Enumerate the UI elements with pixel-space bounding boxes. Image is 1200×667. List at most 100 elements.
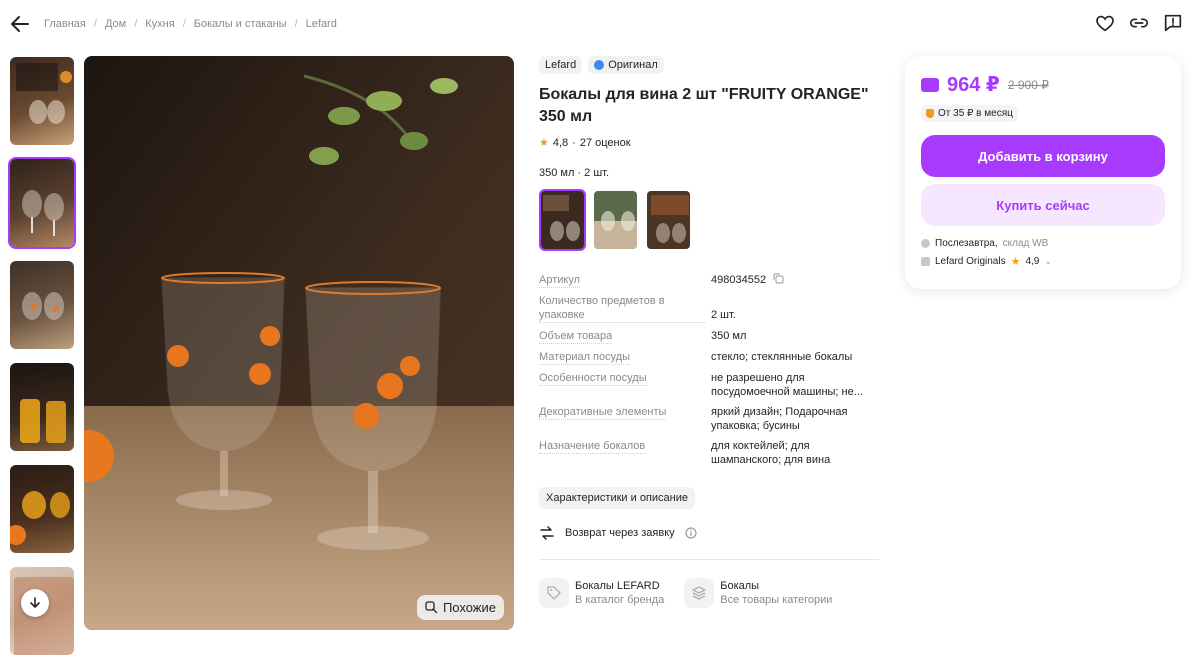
- chevron-down-icon: ⌄: [1044, 256, 1052, 266]
- reviews-count: 27 оценок: [579, 136, 631, 149]
- spec-value: для коктейлей; для шампанского; для вина: [711, 440, 831, 466]
- add-to-cart-button[interactable]: Добавить в корзину: [921, 135, 1165, 177]
- breadcrumb-item[interactable]: Кухня: [145, 18, 174, 30]
- spec-value: 350 мл: [711, 330, 747, 342]
- return-policy[interactable]: Возврат через заявку: [539, 525, 879, 541]
- spec-value: не разрешено для посудомоечной машины; н…: [711, 372, 863, 398]
- product-info: Lefard Оригинал Бокалы для вина 2 шт "FR…: [539, 56, 879, 608]
- thumbnail[interactable]: [8, 55, 76, 147]
- category-link-sub: Все товары категории: [720, 594, 833, 606]
- heart-icon[interactable]: [1094, 12, 1116, 34]
- spec-row: Особенности посуды не разрешено для посу…: [539, 371, 879, 399]
- thumbnail[interactable]: [8, 463, 76, 555]
- divider: [539, 559, 879, 560]
- variant-option[interactable]: [645, 189, 692, 251]
- delivery-info: Послезавтра, склад WB: [921, 238, 1165, 249]
- variant-label: 350 мл · 2 шт.: [539, 167, 610, 179]
- installment-label: От 35 ₽ в месяц: [938, 108, 1013, 119]
- specs-table: Артикул 498034552 Количество предметов в…: [539, 273, 879, 467]
- delivery-place: склад WB: [1002, 238, 1049, 249]
- installment-badge[interactable]: От 35 ₽ в месяц: [921, 105, 1018, 122]
- spec-value: яркий дизайн; Подарочная упаковка; бусин…: [711, 406, 848, 432]
- delivery-icon: [921, 239, 930, 248]
- brand-badge[interactable]: Lefard: [539, 56, 583, 74]
- rating-value: 4,8: [552, 136, 569, 149]
- characteristics-button[interactable]: Характеристики и описание: [539, 487, 695, 509]
- original-badge: Оригинал: [588, 56, 664, 74]
- spec-value: 2 шт.: [711, 309, 736, 321]
- spec-row: Материал посуды стекло; стеклянные бокал…: [539, 350, 879, 365]
- link-icon[interactable]: [1128, 12, 1150, 34]
- spec-value: 498034552: [711, 273, 879, 288]
- top-actions: [1094, 12, 1184, 34]
- similar-button[interactable]: Похожие: [416, 595, 504, 620]
- badges: Lefard Оригинал: [539, 56, 879, 74]
- product-photo: [84, 56, 514, 630]
- star-icon: ★: [539, 137, 549, 149]
- spec-value: стекло; стеклянные бокалы: [711, 351, 853, 363]
- layers-icon: [684, 578, 715, 608]
- breadcrumb-item[interactable]: Lefard: [306, 18, 337, 30]
- variant-option[interactable]: [592, 189, 639, 251]
- price-row: 964 ₽ 2 900 ₽: [921, 72, 1165, 97]
- tag-icon: [539, 578, 569, 608]
- top-bar: Главная / Дом / Кухня / Бокалы и стаканы…: [0, 0, 1200, 50]
- spec-row: Артикул 498034552: [539, 273, 879, 288]
- thumbnail[interactable]: [8, 361, 76, 453]
- breadcrumb-item[interactable]: Дом: [105, 18, 126, 30]
- info-icon[interactable]: [685, 527, 697, 539]
- spec-key: Материал посуды: [539, 351, 631, 365]
- brand-link-title: Бокалы LEFARD: [575, 580, 660, 592]
- brand-link-sub: В каталог бренда: [575, 594, 665, 606]
- product-title: Бокалы для вина 2 шт "FRUITY ORANGE" 350…: [539, 86, 869, 125]
- rating[interactable]: ★ 4,8 · 27 оценок: [539, 136, 879, 150]
- spec-row: Назначение бокалов для коктейлей; для ша…: [539, 439, 879, 467]
- return-arrows-icon: [540, 526, 554, 540]
- buy-now-button[interactable]: Купить сейчас: [921, 184, 1165, 226]
- back-arrow-icon[interactable]: [8, 12, 32, 36]
- arrow-down-icon: [30, 597, 40, 608]
- seller-name: Lefard Originals: [935, 256, 1006, 267]
- spec-row: Объем товара 350 мл: [539, 329, 879, 344]
- return-label: Возврат через заявку: [565, 527, 675, 539]
- spec-key: Особенности посуды: [539, 372, 647, 386]
- seller-rating: 4,9: [1025, 256, 1040, 267]
- spec-row: Количество предметов в упаковке 2 шт.: [539, 294, 879, 323]
- spec-key: Количество предметов в упаковке: [539, 294, 705, 323]
- spec-key: Декоративные элементы: [539, 406, 667, 420]
- shield-icon: [926, 109, 934, 118]
- price: 964 ₽: [947, 74, 1000, 96]
- variant-list: [539, 189, 879, 251]
- breadcrumb: Главная / Дом / Кухня / Бокалы и стаканы…: [44, 18, 337, 30]
- breadcrumb-item[interactable]: Главная: [44, 18, 86, 30]
- thumbnail-list: [8, 55, 78, 667]
- scroll-down-button[interactable]: [21, 589, 49, 617]
- breadcrumb-item[interactable]: Бокалы и стаканы: [194, 18, 287, 30]
- original-label: Оригинал: [608, 59, 658, 71]
- old-price: 2 900 ₽: [1007, 77, 1049, 92]
- buy-panel: 964 ₽ 2 900 ₽ От 35 ₽ в месяц Добавить в…: [905, 56, 1181, 289]
- wallet-icon: [921, 77, 939, 92]
- spec-key: Назначение бокалов: [539, 440, 646, 454]
- check-icon: [594, 60, 605, 70]
- article-number: 498034552: [711, 274, 767, 286]
- main-product-image[interactable]: Похожие: [84, 56, 514, 630]
- thumbnail[interactable]: [8, 157, 76, 249]
- report-icon[interactable]: [1162, 12, 1184, 34]
- spec-row: Декоративные элементы яркий дизайн; Пода…: [539, 405, 879, 433]
- thumbnail[interactable]: [8, 259, 76, 351]
- similar-label: Похожие: [442, 600, 496, 615]
- spec-key: Объем товара: [539, 330, 613, 344]
- shop-icon: [921, 257, 930, 266]
- star-icon: ★: [1010, 256, 1021, 268]
- seller-info[interactable]: Lefard Originals ★ 4,9 ⌄: [921, 255, 1165, 268]
- variant-option[interactable]: [539, 189, 586, 251]
- spec-key: Артикул: [539, 274, 581, 288]
- brand-catalog-link[interactable]: Бокалы LEFARD В каталог бренда: [539, 578, 664, 608]
- search-similar-icon: [425, 601, 438, 614]
- category-link-title: Бокалы: [720, 580, 760, 592]
- category-link[interactable]: Бокалы Все товары категории: [684, 578, 832, 608]
- delivery-date: Послезавтра,: [935, 238, 998, 249]
- brand-links: Бокалы LEFARD В каталог бренда Бокалы Вс…: [539, 578, 879, 608]
- copy-icon[interactable]: [773, 273, 784, 284]
